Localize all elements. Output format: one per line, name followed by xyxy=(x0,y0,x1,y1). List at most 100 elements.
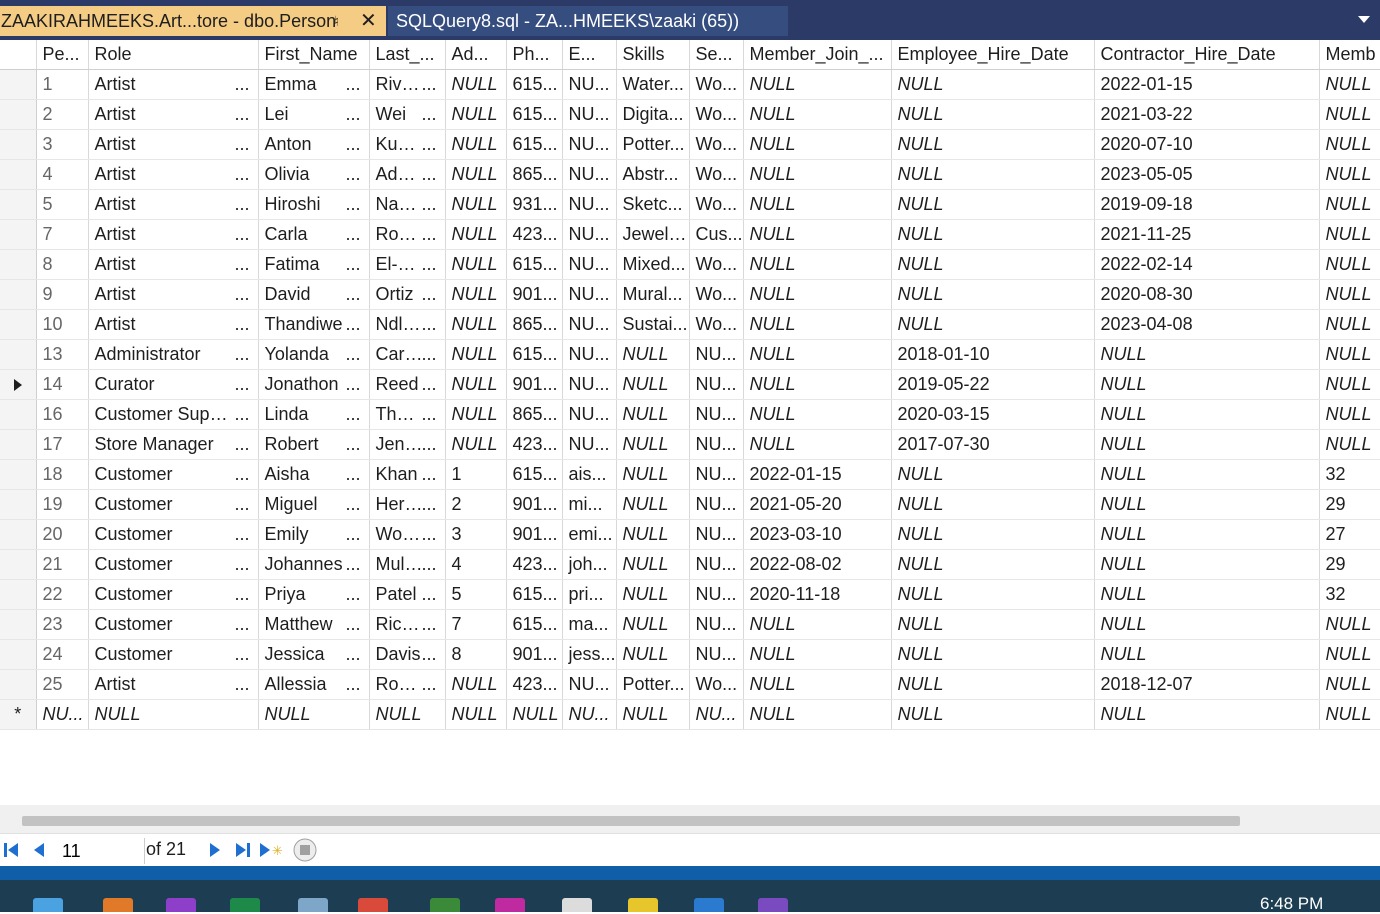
table-row[interactable]: 10 Artist... Thandiwe... Ndlov...... NULL 865… xyxy=(0,309,1380,340)
ellipsis-button[interactable]: ... xyxy=(345,460,360,489)
table-cell[interactable]: NULL xyxy=(1319,339,1380,370)
table-row[interactable]: 23 Customer... Matthew... Richar...... 7 615.… xyxy=(0,609,1380,640)
table-cell[interactable]: NULL xyxy=(891,579,1095,610)
table-cell[interactable]: NULL xyxy=(258,699,370,730)
table-cell[interactable]: 4 xyxy=(36,159,89,190)
table-cell[interactable]: NULL xyxy=(891,189,1095,220)
table-cell[interactable]: NULL xyxy=(1094,699,1320,730)
table-cell[interactable]: NULL xyxy=(891,609,1095,640)
table-cell[interactable]: Kuzne...... xyxy=(369,129,446,160)
ellipsis-button[interactable]: ... xyxy=(345,220,360,249)
table-cell[interactable]: NULL xyxy=(445,189,507,220)
table-cell[interactable]: NULL xyxy=(891,549,1095,580)
table-cell[interactable]: NULL xyxy=(616,699,690,730)
onenote-app-icon[interactable] xyxy=(166,898,196,912)
table-cell[interactable]: Linda... xyxy=(258,399,370,430)
table-cell[interactable]: Artist... xyxy=(88,309,259,340)
table-cell[interactable]: NULL xyxy=(891,219,1095,250)
ellipsis-button[interactable]: ... xyxy=(421,640,436,669)
table-cell[interactable]: NULL xyxy=(743,369,892,400)
new-record-icon[interactable]: ✳ xyxy=(258,841,284,859)
column-header[interactable]: Role xyxy=(88,40,259,70)
table-cell[interactable]: NULL xyxy=(445,699,507,730)
column-header[interactable]: Ad... xyxy=(445,40,507,70)
table-cell[interactable]: Water... xyxy=(616,69,690,100)
ellipsis-button[interactable]: ... xyxy=(234,670,249,699)
table-cell[interactable]: NU... xyxy=(689,489,744,520)
ellipsis-button[interactable]: ... xyxy=(345,580,360,609)
table-cell[interactable]: Customer... xyxy=(88,549,259,580)
table-cell[interactable]: 8 xyxy=(445,639,507,670)
table-cell[interactable]: 17 xyxy=(36,429,89,460)
new-row[interactable]: * NU... NULL NULL NULL NULL NULL NU... NULL NU...… xyxy=(0,699,1380,730)
table-row[interactable]: 22 Customer... Priya... Patel... 5 615... pri.… xyxy=(0,579,1380,610)
tab-dbo-person[interactable]: ZAAKIRAHMEEKS.Art...tore - dbo.Person ♮ … xyxy=(0,6,386,36)
calculator-app-icon[interactable] xyxy=(298,898,328,912)
table-cell[interactable]: 16 xyxy=(36,399,89,430)
table-cell[interactable]: 2018-01-10 xyxy=(891,339,1095,370)
table-cell[interactable]: emi... xyxy=(562,519,617,550)
ellipsis-button[interactable]: ... xyxy=(234,100,249,129)
row-selector-header[interactable] xyxy=(0,40,37,70)
table-cell[interactable]: NULL xyxy=(445,669,507,700)
table-cell[interactable]: 25 xyxy=(36,669,89,700)
last-record-icon[interactable] xyxy=(232,841,252,859)
table-cell[interactable]: NU... xyxy=(562,189,617,220)
table-cell[interactable]: 8 xyxy=(36,249,89,280)
table-cell[interactable]: Rivera...... xyxy=(369,69,446,100)
chrome-app-icon[interactable] xyxy=(430,898,460,912)
table-cell[interactable]: Artist... xyxy=(88,249,259,280)
table-cell[interactable]: NULL xyxy=(1094,639,1320,670)
table-cell[interactable]: NULL xyxy=(616,639,690,670)
scrollbar-thumb[interactable] xyxy=(22,816,1240,826)
table-cell[interactable]: 2020-08-30 xyxy=(1094,279,1320,310)
ellipsis-button[interactable]: ... xyxy=(421,400,436,429)
next-record-icon[interactable] xyxy=(204,841,224,859)
table-cell[interactable]: Ortiz... xyxy=(369,279,446,310)
table-cell[interactable]: NULL xyxy=(445,249,507,280)
table-cell[interactable]: Customer... xyxy=(88,489,259,520)
table-cell[interactable]: 27 xyxy=(1319,519,1380,550)
table-row[interactable]: 13 Administrator... Yolanda... Carter... NUL… xyxy=(0,339,1380,370)
sql-server-app-icon[interactable] xyxy=(628,898,658,912)
table-cell[interactable]: NULL xyxy=(1319,429,1380,460)
row-selector[interactable] xyxy=(0,159,37,190)
table-cell[interactable]: Reed... xyxy=(369,369,446,400)
table-cell[interactable]: 2023-04-08 xyxy=(1094,309,1320,340)
table-cell[interactable]: 13 xyxy=(36,339,89,370)
table-cell[interactable]: Potter... xyxy=(616,129,690,160)
table-cell[interactable]: 865... xyxy=(506,309,563,340)
ellipsis-button[interactable]: ... xyxy=(345,130,360,159)
ellipsis-button[interactable]: ... xyxy=(234,370,249,399)
table-cell[interactable]: 20 xyxy=(36,519,89,550)
table-cell[interactable]: 615... xyxy=(506,459,563,490)
table-cell[interactable]: NU... xyxy=(562,249,617,280)
table-cell[interactable]: ais... xyxy=(562,459,617,490)
row-selector[interactable] xyxy=(0,189,37,220)
table-cell[interactable]: Artist... xyxy=(88,69,259,100)
table-cell[interactable]: Miguel... xyxy=(258,489,370,520)
table-cell[interactable]: Fatima... xyxy=(258,249,370,280)
table-cell[interactable]: Robert... xyxy=(258,429,370,460)
row-selector[interactable] xyxy=(0,399,37,430)
table-cell[interactable]: 3 xyxy=(445,519,507,550)
table-cell[interactable]: NU... xyxy=(689,549,744,580)
table-cell[interactable]: NULL xyxy=(1094,339,1320,370)
table-cell[interactable]: Emily... xyxy=(258,519,370,550)
table-cell[interactable]: 2021-11-25 xyxy=(1094,219,1320,250)
ellipsis-button[interactable]: ... xyxy=(421,130,436,159)
media-app-icon[interactable] xyxy=(495,898,525,912)
ellipsis-button[interactable]: ... xyxy=(234,520,249,549)
table-cell[interactable]: 2017-07-30 xyxy=(891,429,1095,460)
table-cell[interactable]: NULL xyxy=(445,129,507,160)
table-cell[interactable]: Sketc... xyxy=(616,189,690,220)
table-cell[interactable]: Curator... xyxy=(88,369,259,400)
table-cell[interactable]: NULL xyxy=(616,369,690,400)
table-cell[interactable]: NULL xyxy=(445,429,507,460)
ellipsis-button[interactable]: ... xyxy=(345,190,360,219)
ellipsis-button[interactable]: ... xyxy=(421,550,436,579)
table-cell[interactable]: 2022-01-15 xyxy=(1094,69,1320,100)
table-cell[interactable]: NU... xyxy=(689,579,744,610)
table-cell[interactable]: NULL xyxy=(1094,519,1320,550)
column-header[interactable]: Pe... xyxy=(36,40,89,70)
